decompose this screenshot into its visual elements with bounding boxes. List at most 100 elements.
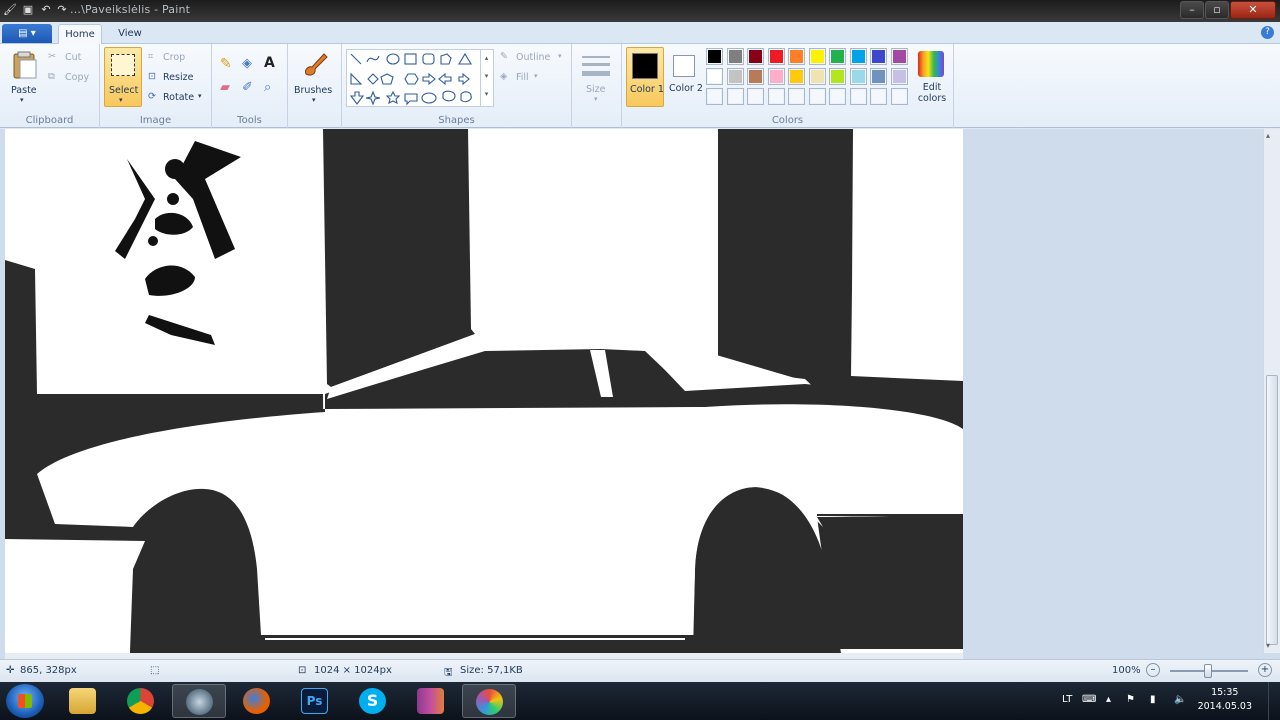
network-icon[interactable]: ▮ — [1150, 694, 1156, 705]
zoom-in-button[interactable]: + — [1258, 663, 1272, 677]
save-quick-icon[interactable]: ▣ — [20, 3, 36, 19]
volume-icon[interactable]: 🔈 — [1174, 694, 1186, 705]
clock-time: 15:35 — [1211, 687, 1239, 698]
palette-color-swatch[interactable] — [808, 68, 826, 85]
palette-custom-slot[interactable] — [849, 88, 867, 105]
palette-custom-slot[interactable] — [747, 88, 764, 105]
palette-color-swatch[interactable] — [890, 68, 908, 85]
brushes-button[interactable]: Brushes ▾ — [292, 48, 338, 108]
select-button[interactable]: Select ▾ — [104, 47, 142, 107]
zoom-slider[interactable] — [1170, 664, 1248, 678]
palette-custom-slot[interactable] — [870, 88, 887, 105]
close-button[interactable]: ✕ — [1230, 1, 1276, 19]
palette-color-swatch[interactable] — [890, 48, 908, 65]
color-picker-icon[interactable]: ✐ — [242, 80, 253, 95]
paste-icon — [13, 51, 37, 79]
canvas-area: ▴ ▾ — [0, 129, 1280, 659]
size-button[interactable]: Size ▾ — [578, 50, 616, 104]
palette-color-swatch[interactable] — [747, 48, 764, 65]
help-icon[interactable]: ? — [1261, 26, 1274, 39]
palette-custom-slot[interactable] — [767, 88, 785, 105]
shapes-scroll[interactable]: ▴ ▾ ▾ — [480, 49, 492, 107]
magnifier-icon[interactable]: ⌕ — [264, 80, 271, 95]
taskbar-chrome[interactable] — [114, 684, 168, 718]
taskbar-explorer[interactable] — [56, 684, 110, 718]
taskbar-winrar[interactable] — [404, 684, 458, 718]
language-indicator[interactable]: LT — [1062, 694, 1072, 705]
keyboard-icon[interactable]: ⌨ — [1082, 694, 1096, 705]
palette-color-swatch[interactable] — [726, 68, 744, 85]
start-button[interactable] — [6, 684, 44, 718]
color2-button[interactable]: Color 2 — [668, 47, 703, 107]
crop-button[interactable]: ⌗ Crop — [148, 50, 208, 66]
paint-menu-icon: ▤ — [18, 28, 31, 39]
resize-button[interactable]: ⊡ Resize — [148, 70, 208, 86]
tab-home[interactable]: Home — [58, 24, 102, 44]
outline-button[interactable]: ✎ Outline ▾ — [500, 50, 568, 66]
maximize-button[interactable]: ▫ — [1205, 1, 1229, 19]
pencil-icon[interactable]: ✎ — [220, 56, 232, 72]
paste-button[interactable]: Paste ▾ — [6, 48, 44, 104]
tab-view[interactable]: View — [108, 24, 152, 44]
color1-label: Color 1 — [630, 84, 664, 95]
taskbar-firefox[interactable] — [230, 684, 284, 718]
paint-menu-button[interactable]: ▤ ▾ — [2, 24, 52, 43]
scroll-down-arrow[interactable]: ▾ — [1266, 641, 1270, 650]
zoom-out-button[interactable]: – — [1146, 663, 1160, 677]
palette-color-swatch[interactable] — [870, 48, 887, 65]
taskbar-steam[interactable] — [172, 684, 226, 718]
palette-custom-slot[interactable] — [788, 88, 805, 105]
group-clipboard: Paste ▾ ✂ Cut ⧉ Copy Clipboard — [0, 44, 100, 128]
vertical-scrollbar[interactable]: ▴ ▾ — [1263, 129, 1280, 653]
palette-color-swatch[interactable] — [829, 68, 846, 85]
palette-custom-slot[interactable] — [706, 88, 723, 105]
palette-color-swatch[interactable] — [870, 68, 887, 85]
clock[interactable]: 15:35 2014.05.03 — [1198, 686, 1252, 714]
text-tool-icon[interactable]: A — [264, 55, 275, 71]
minimize-button[interactable]: – — [1180, 1, 1204, 19]
palette-color-swatch[interactable] — [808, 48, 826, 65]
palette-custom-slot[interactable] — [829, 88, 846, 105]
edit-colors-button[interactable]: Edit colors — [912, 48, 952, 108]
palette-custom-slot[interactable] — [890, 88, 908, 105]
palette-color-swatch[interactable] — [767, 68, 785, 85]
palette-color-swatch[interactable] — [849, 68, 867, 85]
palette-custom-slot[interactable] — [726, 88, 744, 105]
shapes-gallery[interactable] — [346, 49, 494, 107]
cut-button[interactable]: ✂ Cut — [48, 50, 96, 66]
crop-icon: ⌗ — [148, 51, 154, 62]
rotate-button[interactable]: ⟳ Rotate ▾ — [148, 90, 208, 106]
zoom-slider-thumb[interactable] — [1204, 664, 1212, 678]
action-center-flag-icon[interactable]: ⚑ — [1126, 694, 1135, 705]
color1-button[interactable]: Color 1 — [626, 47, 664, 107]
fill-dropdown-icon: ▾ — [534, 72, 538, 80]
palette-color-swatch[interactable] — [726, 48, 744, 65]
taskbar-paint[interactable] — [462, 684, 516, 718]
drawing-canvas[interactable] — [5, 129, 963, 653]
palette-custom-slot[interactable] — [808, 88, 826, 105]
scroll-thumb[interactable] — [1266, 375, 1278, 645]
undo-quick-icon[interactable]: ↶ — [38, 3, 54, 19]
paint-app-icon[interactable]: 🖌 — [2, 3, 18, 19]
palette-color-swatch[interactable] — [788, 48, 805, 65]
palette-color-swatch[interactable] — [829, 48, 846, 65]
palette-color-swatch[interactable] — [788, 68, 805, 85]
fill-bucket-icon[interactable]: ◈ — [242, 56, 252, 71]
copy-button[interactable]: ⧉ Copy — [48, 70, 96, 86]
eraser-icon[interactable]: ▰ — [220, 80, 230, 95]
cursor-icon: ✛ — [6, 665, 15, 676]
fill-button[interactable]: ◈ Fill ▾ — [500, 70, 568, 86]
taskbar-photoshop[interactable]: Ps — [288, 684, 342, 718]
redo-quick-icon[interactable]: ↷ — [54, 3, 70, 19]
show-hidden-icons[interactable]: ▴ — [1106, 694, 1111, 705]
scroll-up-arrow[interactable]: ▴ — [1266, 131, 1270, 140]
palette-color-swatch[interactable] — [706, 48, 723, 65]
show-desktop-button[interactable] — [1268, 682, 1280, 720]
palette-color-swatch[interactable] — [849, 48, 867, 65]
brushes-label: Brushes — [294, 85, 333, 96]
palette-color-swatch[interactable] — [767, 48, 785, 65]
group-label-shapes: Shapes — [438, 115, 475, 126]
taskbar-skype[interactable]: S — [346, 684, 400, 718]
palette-color-swatch[interactable] — [747, 68, 764, 85]
palette-color-swatch[interactable] — [706, 68, 723, 85]
